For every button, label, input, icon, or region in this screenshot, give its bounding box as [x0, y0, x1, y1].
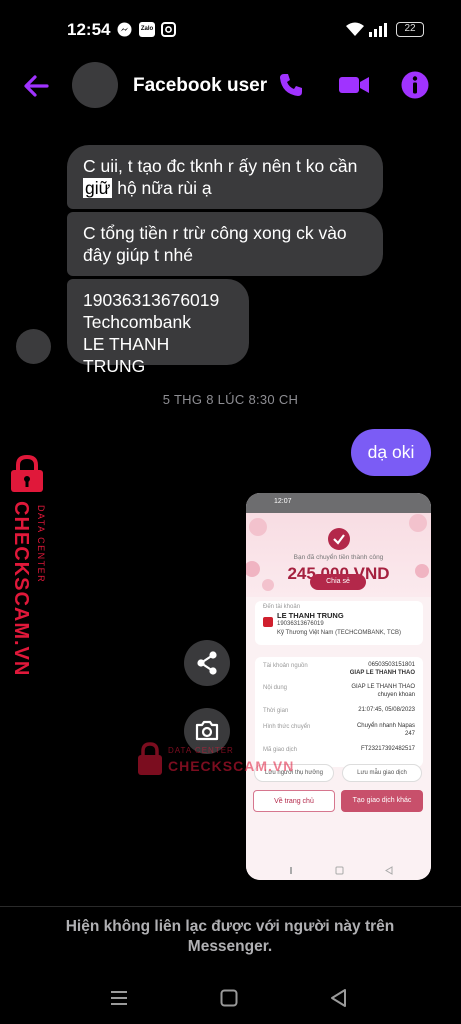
receipt-new-transaction-label: Tạo giao dịch khác [352, 797, 412, 804]
messenger-icon [117, 22, 132, 37]
receipt-home-button: Về trang chủ [253, 790, 335, 812]
to-label: Đến tài khoản [263, 604, 301, 610]
detail-value-2: 247 [404, 731, 415, 737]
signal-icon [368, 22, 390, 42]
incoming-message-1[interactable]: C uii, t tạo đc tknh r ấy nên t ko cần g… [67, 145, 383, 209]
save-template-label: Lưu mẫu giao dịch [357, 770, 407, 776]
info-icon[interactable] [400, 70, 430, 100]
incoming-message-2[interactable]: C tổng tiền r trừ công xong ck vào đây g… [67, 212, 383, 276]
receipt-home-label: Về trang chủ [274, 798, 314, 805]
recipient-bank: Kỹ Thương Việt Nam (TECHCOMBANK, TCB) [277, 630, 401, 636]
receipt-new-transaction-button: Tạo giao dịch khác [341, 790, 423, 812]
transfer-receipt-image[interactable]: 12:07 Bạn đã chuyển tiền thành công 245,… [246, 493, 431, 880]
zalo-icon: Zalo [139, 22, 155, 37]
success-check-icon [328, 528, 350, 550]
message-timestamp: 5 THG 8 LÚC 8:30 CH [162, 392, 299, 407]
watermark-center-big: CHECKSCAM.VN [168, 758, 295, 774]
phone-icon[interactable] [276, 70, 306, 100]
outgoing-message-1[interactable]: dạ oki [351, 429, 431, 476]
detail-value-2: GIAP LE THANH THAO [349, 670, 415, 676]
detail-label: Thời gian [263, 708, 289, 714]
checkscam-watermark-center: DATA CENTER CHECKSCAM.VN [136, 742, 296, 782]
recipient-card: Đến tài khoản LE THANH TRUNG 19036313676… [255, 601, 423, 645]
zalo-label: Zalo [140, 26, 154, 32]
detail-label: Tài khoản nguồn [263, 663, 308, 669]
watermark-center-small: DATA CENTER [168, 746, 234, 755]
techcombank-logo-icon [263, 617, 273, 627]
detail-value: 06503503151801 [368, 662, 415, 668]
account-number: 19036313676019 [83, 290, 220, 310]
instagram-icon [161, 22, 176, 37]
watermark-small: DATA CENTER [36, 505, 46, 584]
receipt-nav-bar [246, 861, 431, 880]
share-icon [197, 651, 217, 675]
lock-icon [136, 742, 164, 776]
detail-label: Hình thức chuyển [263, 724, 311, 730]
share-button[interactable] [184, 640, 230, 686]
lock-icon [7, 454, 47, 493]
watermark-big: CHECKSCAM.VN [10, 501, 32, 677]
recipient-account: 19036313676019 [277, 621, 324, 627]
bank-name: Techcombank [83, 312, 191, 332]
recent-apps-icon[interactable] [108, 987, 130, 1009]
highlighted-word: giữ [83, 178, 113, 198]
contact-name[interactable]: Facebook user [133, 75, 267, 97]
incoming-message-3[interactable]: 19036313676019 Techcombank LE THANH TRUN… [67, 279, 249, 376]
unavailable-notice: Hiện không liên lạc được với người này t… [65, 918, 395, 955]
video-camera-icon[interactable] [338, 70, 369, 100]
receipt-share-button: Chia sẻ [310, 574, 366, 590]
save-template-pill: Lưu mẫu giao dịch [342, 764, 422, 782]
checkscam-watermark: CHECKSCAM.VN DATA CENTER [4, 454, 54, 676]
back-arrow-icon[interactable] [20, 70, 52, 102]
footer-divider [0, 906, 461, 907]
sender-avatar[interactable] [16, 329, 51, 364]
receipt-subtitle: Bạn đã chuyển tiền thành công [293, 554, 384, 561]
wifi-icon [345, 22, 365, 42]
detail-value-2: chuyen khoan [377, 692, 415, 698]
battery-icon: 22 [396, 22, 424, 37]
watermark-vertical-text: CHECKSCAM.VN DATA CENTER [4, 501, 50, 676]
receipt-status-time: 12:07 [274, 498, 292, 505]
detail-value: GIAP LE THANH THAO [351, 684, 415, 690]
contact-avatar[interactable] [72, 62, 118, 108]
status-time: 12:54 [67, 20, 111, 39]
receipt-status-bar: 12:07 [246, 493, 431, 513]
detail-value: 21:07:45, 05/08/2023 [358, 707, 415, 713]
account-holder: LE THANH TRUNG [83, 334, 170, 376]
status-bar: 12:54 Zalo 22 [0, 0, 461, 60]
back-icon[interactable] [328, 987, 350, 1009]
detail-label: Nội dung [263, 685, 288, 691]
system-nav-bar [0, 975, 461, 1020]
message-text-before: C uii, t tạo đc tknh r ấy nên t ko cần [83, 156, 358, 176]
detail-value: Chuyển nhanh Napas [356, 723, 415, 729]
message-text-after: hộ nữa rùi ạ [112, 178, 212, 198]
receipt-share-label: Chia sẻ [326, 578, 350, 585]
detail-value: FT23217392482517 [360, 746, 415, 752]
message-text: C tổng tiền r trừ công xong ck vào đây g… [83, 223, 347, 265]
battery-level: 22 [404, 23, 416, 34]
chat-header: Facebook user [0, 58, 461, 114]
recipient-name: LE THANH TRUNG [277, 611, 344, 620]
home-icon[interactable] [218, 987, 240, 1009]
